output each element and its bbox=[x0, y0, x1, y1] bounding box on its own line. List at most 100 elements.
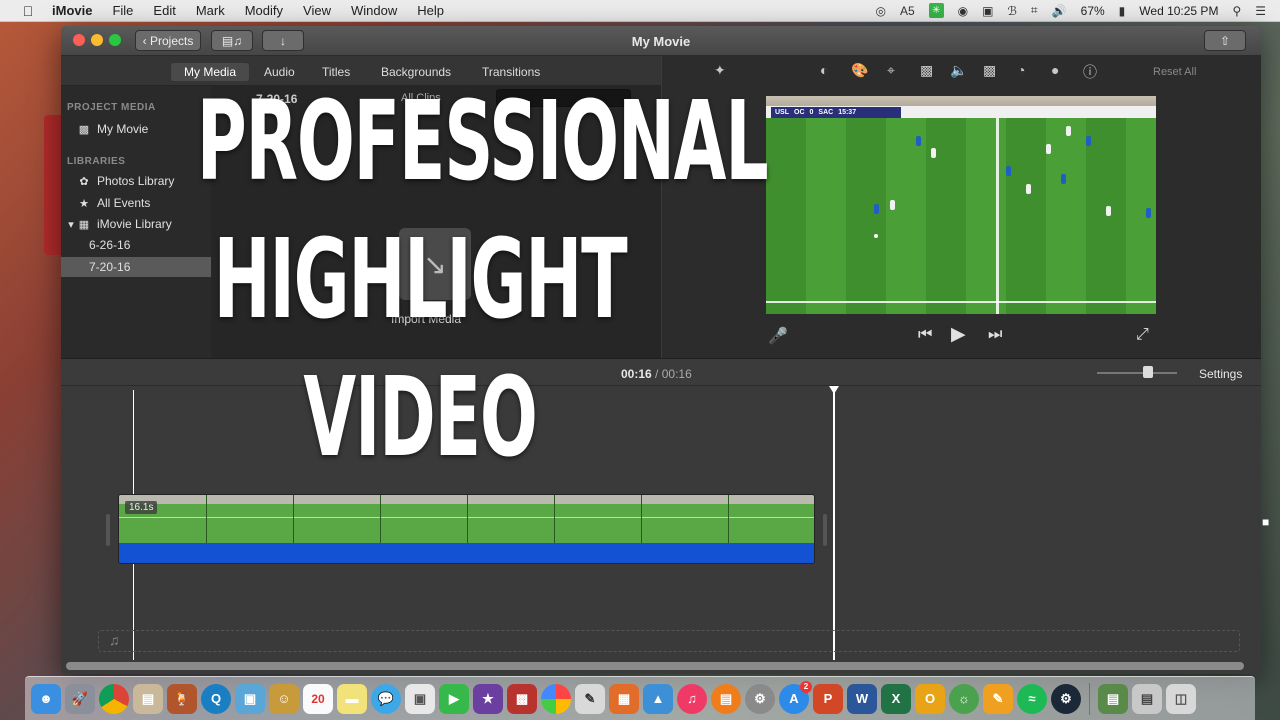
player bbox=[1026, 184, 1031, 194]
menu-edit[interactable]: Edit bbox=[153, 3, 175, 18]
menu-help[interactable]: Help bbox=[417, 3, 444, 18]
menu-file[interactable]: File bbox=[112, 3, 133, 18]
player bbox=[874, 204, 879, 214]
clip-frame bbox=[294, 495, 381, 543]
player bbox=[1061, 174, 1066, 184]
spotify-icon[interactable]: ≈ bbox=[1017, 683, 1047, 714]
pages-icon[interactable]: ▦ bbox=[609, 683, 639, 714]
system-preferences-icon[interactable]: ⚙ bbox=[745, 683, 775, 714]
clip-trim-handle-left[interactable] bbox=[106, 514, 110, 546]
adobe-icon[interactable]: A5 bbox=[900, 4, 915, 18]
menu-modify[interactable]: Modify bbox=[245, 3, 283, 18]
volume-icon[interactable]: 🔈 bbox=[950, 62, 967, 79]
player bbox=[1106, 206, 1111, 216]
volume-icon[interactable]: 🔊 bbox=[1052, 4, 1067, 18]
player bbox=[890, 200, 895, 210]
clip-filmstrip bbox=[119, 495, 814, 543]
photos-icon[interactable] bbox=[541, 683, 571, 714]
clip-frame bbox=[468, 495, 555, 543]
video-clip[interactable]: 16.1s bbox=[118, 494, 815, 564]
keynote-icon[interactable]: ▲ bbox=[643, 683, 673, 714]
powerpoint-icon[interactable]: P bbox=[813, 683, 843, 714]
screenshots-folder-icon[interactable]: ▤ bbox=[1098, 683, 1128, 714]
play-icon[interactable]: ▶ bbox=[951, 323, 966, 346]
quicktime-icon[interactable]: Q bbox=[201, 683, 231, 714]
battery-icon[interactable]: ▮ bbox=[1119, 4, 1126, 18]
imovie-icon[interactable]: ★ bbox=[473, 683, 503, 714]
trash-icon[interactable]: ◫ bbox=[1166, 683, 1196, 714]
steam-icon[interactable]: ⚙ bbox=[1051, 683, 1081, 714]
clip-filter-icon[interactable]: ● bbox=[1051, 62, 1059, 78]
preview-icon[interactable]: ▣ bbox=[235, 683, 265, 714]
word-icon[interactable]: W bbox=[847, 683, 877, 714]
finder-icon[interactable]: ☻ bbox=[31, 683, 61, 714]
photo-booth-icon[interactable]: 🍹 bbox=[167, 683, 197, 714]
record-icon[interactable]: ◉ bbox=[958, 4, 968, 18]
calendar-icon[interactable]: 20 bbox=[303, 683, 333, 714]
player bbox=[1046, 144, 1051, 154]
stabilization-icon[interactable]: ▩ bbox=[920, 62, 933, 79]
noise-reduction-icon[interactable]: ▩ bbox=[983, 62, 996, 79]
calendar-day: 20 bbox=[311, 691, 325, 706]
desktop-edge-icon: ■ bbox=[1262, 515, 1270, 529]
notification-center-icon[interactable]: ☰ bbox=[1255, 4, 1266, 18]
player bbox=[1086, 136, 1091, 146]
notes-icon[interactable]: ▤ bbox=[133, 683, 163, 714]
skip-forward-icon[interactable]: ⏭ bbox=[988, 326, 1002, 344]
ibooks-icon[interactable]: ▤ bbox=[711, 683, 741, 714]
menu-mark[interactable]: Mark bbox=[196, 3, 225, 18]
crop-icon[interactable]: ⌖ bbox=[887, 62, 895, 79]
share-button[interactable]: ⇧ bbox=[1204, 30, 1246, 51]
timeline-settings-button[interactable]: Settings bbox=[1199, 367, 1242, 381]
player bbox=[931, 148, 936, 158]
launchpad-icon[interactable]: 🚀 bbox=[65, 683, 95, 714]
menu-view[interactable]: View bbox=[303, 3, 331, 18]
spotlight-search-icon[interactable]: ⚲ bbox=[1232, 4, 1241, 18]
visibility-icon[interactable]: ◎ bbox=[875, 4, 885, 18]
halfway-line bbox=[996, 118, 999, 314]
outlook-icon[interactable]: O bbox=[915, 683, 945, 714]
battery-percent[interactable]: 67% bbox=[1081, 4, 1105, 18]
reset-all-button[interactable]: Reset All bbox=[1153, 66, 1196, 78]
app-store-badge: 2 bbox=[800, 680, 812, 693]
playhead[interactable] bbox=[833, 390, 835, 660]
video-preview[interactable]: USL OC 0 SAC 15:37 bbox=[766, 96, 1156, 314]
itunes-icon[interactable]: ♫ bbox=[677, 683, 707, 714]
contacts-icon[interactable]: ☺ bbox=[269, 683, 299, 714]
migration-assistant-icon[interactable]: ☼ bbox=[949, 683, 979, 714]
background-music-well[interactable] bbox=[98, 630, 1240, 652]
zoom-slider-knob[interactable] bbox=[1143, 366, 1153, 378]
info-icon[interactable]: ⓘ bbox=[1083, 62, 1097, 82]
textedit-icon[interactable]: ✎ bbox=[575, 683, 605, 714]
scoreboard-score: 0 bbox=[809, 109, 814, 116]
color-balance-icon[interactable]: ◐ bbox=[820, 62, 828, 78]
app-store-icon[interactable]: A2 bbox=[779, 680, 812, 714]
chrome-icon[interactable] bbox=[99, 683, 129, 714]
menu-app-imovie[interactable]: iMovie bbox=[52, 3, 92, 18]
downloads-stack-icon[interactable]: ▤ bbox=[1132, 683, 1162, 714]
apple-icon[interactable]:  bbox=[18, 3, 38, 19]
skip-back-icon[interactable]: ⏮ bbox=[918, 326, 932, 344]
clip-trim-handle-right[interactable] bbox=[823, 514, 827, 546]
image-capture-icon[interactable]: ▣ bbox=[405, 683, 435, 714]
excel-icon[interactable]: X bbox=[881, 683, 911, 714]
stickies-icon[interactable]: ▬ bbox=[337, 683, 367, 714]
zoom-slider-track[interactable] bbox=[1097, 372, 1177, 374]
fullscreen-expand-icon[interactable]: ⤢ bbox=[1136, 326, 1149, 344]
clock[interactable]: Wed 10:25 PM bbox=[1139, 4, 1218, 18]
facetime-icon[interactable]: ▶ bbox=[439, 683, 469, 714]
photo-booth-2-icon[interactable]: ▩ bbox=[507, 683, 537, 714]
clip-frame bbox=[381, 495, 468, 543]
color-correction-icon[interactable]: 🎨 bbox=[851, 62, 868, 79]
wifi-icon[interactable]: ⌗ bbox=[1031, 3, 1038, 18]
bluetooth-icon[interactable]: ℬ bbox=[1007, 4, 1016, 18]
stop-icon[interactable]: ▣ bbox=[982, 4, 993, 18]
messages-icon[interactable]: 💬 bbox=[371, 683, 401, 714]
timeline-scrollbar[interactable] bbox=[66, 662, 1244, 670]
pages-2-icon[interactable]: ✎ bbox=[983, 683, 1013, 714]
evernote-icon[interactable]: ✳ bbox=[928, 3, 944, 18]
menu-window[interactable]: Window bbox=[351, 3, 397, 18]
speed-icon[interactable]: ◔ bbox=[1017, 62, 1025, 78]
clip-frame bbox=[729, 495, 814, 543]
headline-line-2: HIGHLIGHT bbox=[213, 215, 628, 343]
